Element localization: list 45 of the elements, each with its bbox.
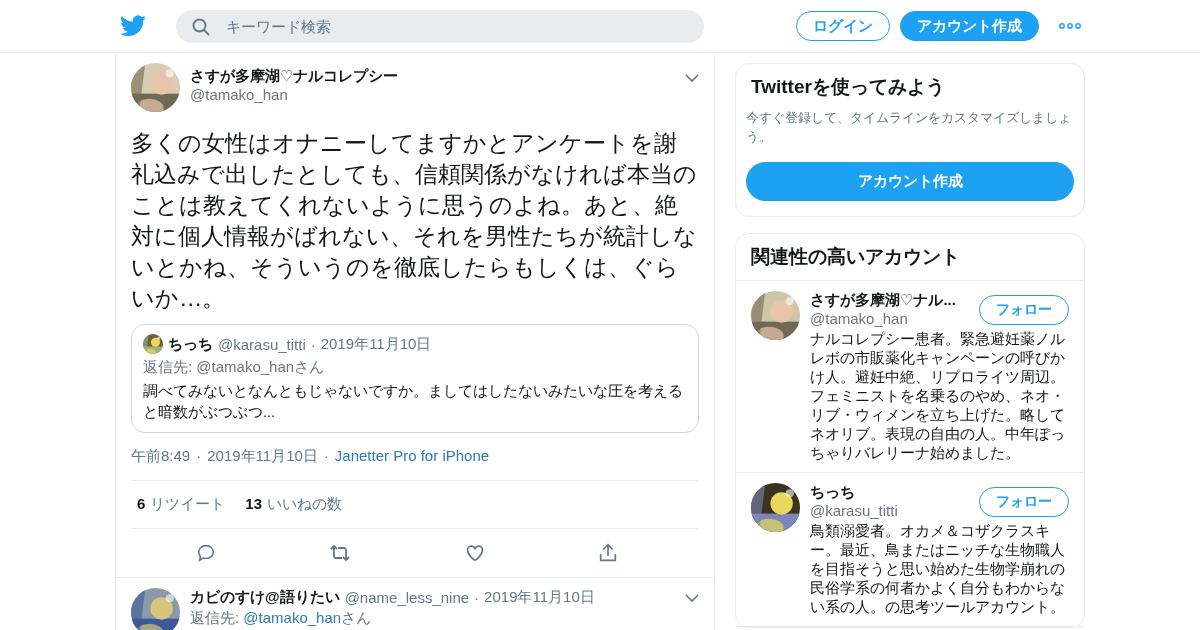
reply-to-text: 返信先: @tamako_hanさん xyxy=(190,609,373,628)
login-button[interactable]: ログイン xyxy=(796,11,890,41)
stat-label[interactable]: リツイート xyxy=(150,495,226,514)
author-name[interactable]: カビのすけ@語りたい xyxy=(190,588,340,607)
tweet-text: 多くの女性はオナニーしてますかとアンケートを謝礼込みで出したとしても、信頼関係がなければ本当のことは教えてくれないように思うのよね。あと、絶対に個人情報がばれない、それを男性たちが統計しないとかね、そういうのを徹底したらもしくは、ぐらいか…。 xyxy=(131,129,698,313)
card-title: Twitterを使ってみよう xyxy=(750,75,946,99)
stat-count[interactable]: 6 xyxy=(137,495,146,514)
separator-dot: · xyxy=(310,335,316,353)
separator-dot: · xyxy=(474,589,480,606)
retweet-icon[interactable] xyxy=(328,542,353,564)
quoted-tweet[interactable]: ちっち @karasu_titti · 2019年11月10日 返信先: @tamako_hanさん 調べてみないとなんともじゃないですか。ましてはしたないみたいな圧を考えると暗数がぶつぶつ... xyxy=(131,324,699,433)
chevron-down-icon[interactable] xyxy=(685,73,699,83)
chevron-down-icon[interactable] xyxy=(685,592,699,603)
account-name[interactable]: さすが多摩湖♡ナル... xyxy=(810,291,956,310)
quote-author-handle: @karasu_titti xyxy=(218,335,306,353)
card-text: 今すぐ登録して、タイムラインをカスタマイズしましょう。 xyxy=(746,109,1072,146)
quote-author-name: ちっち xyxy=(168,334,213,354)
account-handle[interactable]: @karasu_titti xyxy=(810,502,898,519)
stat-count[interactable]: 13 xyxy=(245,495,263,514)
mention-link[interactable]: @tamako_han xyxy=(243,609,342,626)
account-name[interactable]: ちっち xyxy=(810,483,898,502)
author-handle[interactable]: @tamako_han xyxy=(190,86,675,103)
signup-button[interactable]: アカウント作成 xyxy=(746,162,1074,201)
tweet-date: 2019年11月10日 xyxy=(207,447,318,466)
stat-label[interactable]: いいねの数 xyxy=(267,495,343,514)
reply-to-text: 返信先: @tamako_hanさん xyxy=(143,358,326,377)
quote-text: 調べてみないとなんともじゃないですか。ましてはしたないみたいな圧を考えると暗数がぶつぶつ... xyxy=(143,382,684,422)
follow-button[interactable]: フォロー xyxy=(979,487,1069,517)
author-name[interactable]: さすが多摩湖♡ナルコレプシー xyxy=(190,67,675,86)
more-icon[interactable] xyxy=(1059,23,1081,29)
card-title: 関連性の高いアカウント xyxy=(736,234,1084,281)
bird-logo-icon[interactable] xyxy=(120,15,146,37)
follow-button[interactable]: フォロー xyxy=(979,295,1069,325)
account-handle[interactable]: @tamako_han xyxy=(810,310,956,327)
account-bio: 鳥類溺愛者。オカメ＆コザクラスキー。最近、鳥またはニッチな生物職人を目指そうと思い始めた生物学崩れの民俗学系の何者かよく自分もわからない系の人。の思考ツールアカウント。 xyxy=(810,521,1066,616)
source-link[interactable]: Janetter Pro for iPhone xyxy=(334,447,490,466)
search-field[interactable]: キーワード検索 xyxy=(176,9,704,43)
tweet-date: 2019年11月10日 xyxy=(484,588,595,607)
account-bio: ナルコレプシー患者。緊急避妊薬ノルレボの市販薬化キャンペーンの呼びかけ人。避妊中絶、リプロライツ周辺。フェミニストを名乗るのやめ、ネオ・リブ・ウィメンを立ち上げた。略してネオリブ。表現の自由の人。中年ぽっちゃりバレリーナ始めました。 xyxy=(810,329,1066,462)
separator-dot: · xyxy=(196,447,202,466)
author-handle[interactable]: @name_less_nine xyxy=(344,589,470,606)
tweet-time: 午前8:49 xyxy=(131,447,191,466)
quote-date: 2019年11月10日 xyxy=(320,334,432,354)
separator-dot: · xyxy=(323,447,329,466)
signup-button[interactable]: アカウント作成 xyxy=(900,11,1039,41)
